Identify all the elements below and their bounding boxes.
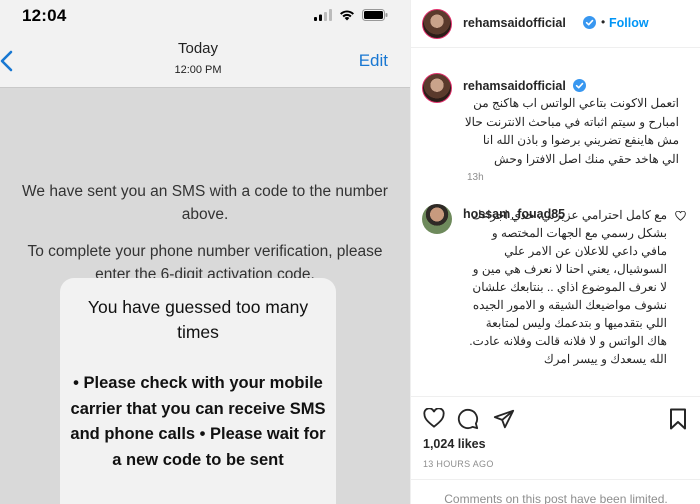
post-image: 12:04 Today 12:00 PM Edit We have sent y… <box>0 0 410 504</box>
status-time: 12:04 <box>22 6 67 25</box>
caption-username[interactable]: rehamsaidofficial <box>463 79 566 93</box>
likes-count[interactable]: 1,024 likes <box>423 437 486 451</box>
post-timestamp: 13 HOURS AGO <box>423 459 494 469</box>
post-header: rehamsaidofficial • Follow <box>411 0 700 48</box>
ios-status-bar: 12:04 <box>0 0 410 34</box>
alert-title: You have guessed too many times <box>87 297 309 342</box>
instagram-post-panel: rehamsaidofficial • Follow rehamsaidoffi… <box>410 0 700 504</box>
signal-icon <box>314 9 332 21</box>
verified-badge-icon <box>583 16 596 29</box>
comment-like-heart-icon[interactable] <box>675 211 686 221</box>
sms-sent-message: We have sent you an SMS with a code to t… <box>22 183 388 223</box>
caption-time: 13h <box>467 172 484 183</box>
separator-dot: • <box>601 15 606 29</box>
verified-badge-icon <box>573 79 586 92</box>
screenshot-root: 12:04 Today 12:00 PM Edit We have sent y… <box>0 0 700 504</box>
battery-icon <box>362 9 388 21</box>
alert-body: • Please check with your mobile carrier … <box>70 374 326 469</box>
follow-button[interactable]: Follow <box>609 16 649 30</box>
too-many-guesses-alert: You have guessed too many times • Please… <box>60 278 336 504</box>
wifi-icon <box>340 10 354 21</box>
comments-limited-notice: Comments on this post have been limited. <box>411 479 700 504</box>
avatar[interactable] <box>422 9 452 39</box>
comment-avatar[interactable] <box>422 204 452 234</box>
header-username[interactable]: rehamsaidofficial <box>463 16 566 30</box>
post-actions: 1,024 likes 13 HOURS AGO Comments on thi… <box>411 396 700 504</box>
comment-text: مع كامل احترامي عزيزتي، خدي اجراءك بشكل … <box>469 208 667 366</box>
share-paper-plane-icon[interactable] <box>493 408 515 430</box>
like-heart-icon[interactable] <box>423 408 445 428</box>
comment-icon[interactable] <box>457 408 479 430</box>
caption-text: اتعمل الاكونت بتاعي الواتس اب هاكنج من ا… <box>464 96 679 166</box>
save-bookmark-icon[interactable] <box>669 408 687 430</box>
thread-day: Today <box>177 40 219 57</box>
status-icons <box>314 9 388 21</box>
thread-time: 12:00 PM <box>174 64 222 76</box>
messages-nav-bar: Today 12:00 PM Edit <box>0 34 410 88</box>
edit-button[interactable]: Edit <box>359 51 388 71</box>
caption-avatar[interactable] <box>422 73 452 103</box>
